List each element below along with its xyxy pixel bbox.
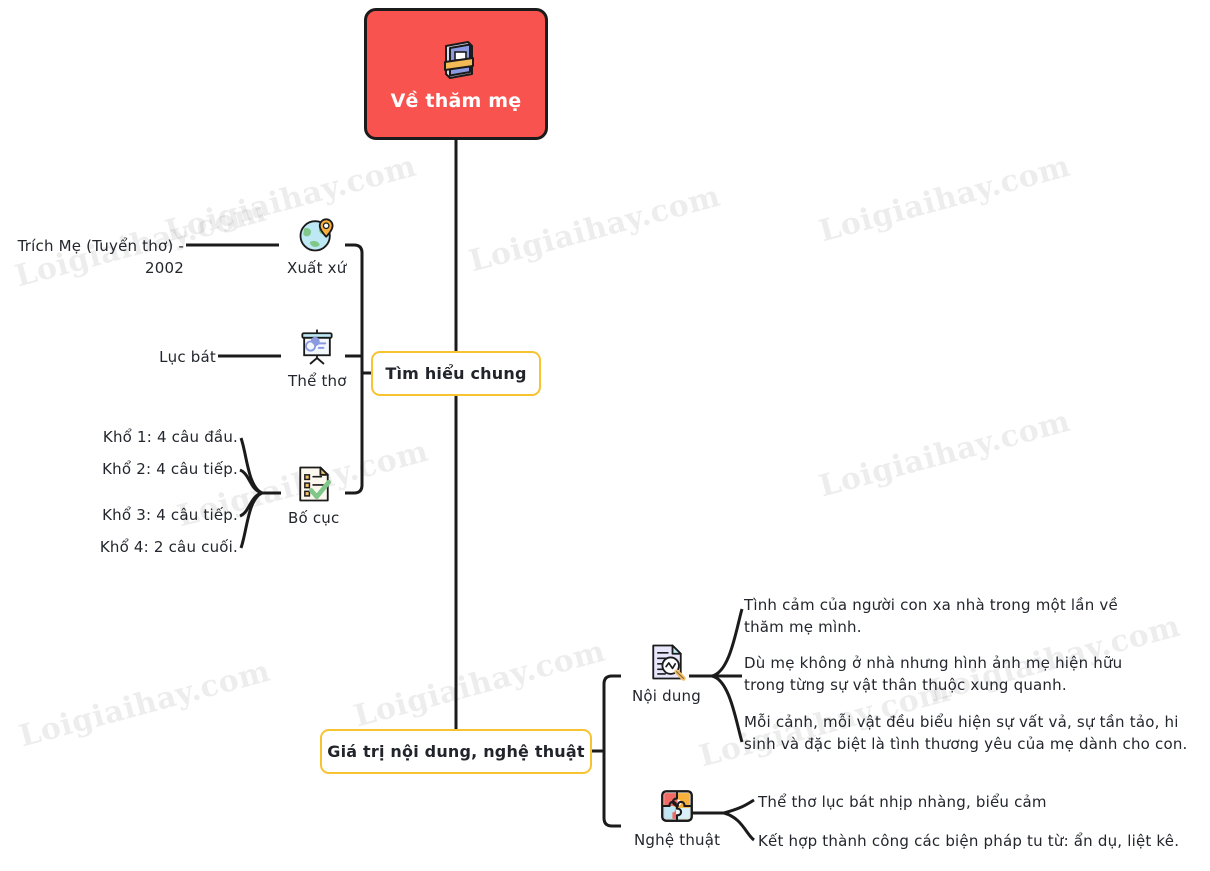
watermark: Loigiaihay.com <box>465 178 725 280</box>
checklist-document-icon <box>292 462 336 506</box>
document-search-icon <box>645 640 689 684</box>
mindmap-canvas: Loigiaihay.com Loigiaihay.com Loigiaihay… <box>0 0 1210 871</box>
presentation-chart-icon <box>295 325 339 369</box>
topic-caption: Nghệ thuật <box>634 831 721 849</box>
branch-label: Giá trị nội dung, nghệ thuật <box>327 742 585 761</box>
leaf-bo-cuc-4: Khổ 4: 2 câu cuối. <box>99 538 238 556</box>
branch-node-gia-tri-noi-dung-nghe-thuat[interactable]: Giá trị nội dung, nghệ thuật <box>320 729 592 774</box>
topic-the-tho[interactable]: Thể thơ <box>288 325 347 390</box>
leaf-bo-cuc-2: Khổ 2: 4 câu tiếp. <box>102 460 238 478</box>
watermark: Loigiaihay.com <box>815 148 1075 250</box>
leaf-nghe-thuat-2: Kết hợp thành công các biện pháp tu từ: … <box>758 832 1180 850</box>
watermark: Loigiaihay.com <box>350 633 610 735</box>
watermark: Loigiaihay.com <box>15 653 275 755</box>
branch-node-tim-hieu-chung[interactable]: Tìm hiểu chung <box>371 351 541 396</box>
topic-caption: Thể thơ <box>288 372 347 390</box>
leaf-nghe-thuat-1: Thể thơ lục bát nhịp nhàng, biểu cảm <box>758 793 1047 811</box>
globe-location-icon <box>295 212 339 256</box>
topic-xuat-xu[interactable]: Xuất xứ <box>287 212 346 277</box>
root-node[interactable]: Về thăm mẹ <box>364 8 548 140</box>
leaf-bo-cuc-1: Khổ 1: 4 câu đầu. <box>102 428 238 446</box>
topic-caption: Bố cục <box>288 509 340 527</box>
topic-caption: Nội dung <box>632 687 701 705</box>
leaf-noi-dung-1: Tình cảm của người con xa nhà trong một … <box>744 596 1118 636</box>
root-label: Về thăm mẹ <box>390 90 522 112</box>
topic-bo-cuc[interactable]: Bố cục <box>288 462 339 527</box>
leaf-bo-cuc-3: Khổ 3: 4 câu tiếp. <box>102 506 238 524</box>
leaf-noi-dung-3: Mỗi cảnh, mỗi vật đều biểu hiện sự vất v… <box>744 713 1188 753</box>
branch-label: Tìm hiểu chung <box>385 364 527 383</box>
leaf-the-tho-1: Lục bát <box>159 348 216 366</box>
leaf-xuat-xu-1: Trích Mẹ (Tuyển thơ) - 2002 <box>17 237 184 277</box>
topic-noi-dung[interactable]: Nội dung <box>632 640 701 705</box>
leaf-noi-dung-2: Dù mẹ không ở nhà nhưng hình ảnh mẹ hiện… <box>744 654 1123 694</box>
topic-nghe-thuat[interactable]: Nghệ thuật <box>634 784 720 849</box>
book-icon <box>434 36 478 80</box>
puzzle-icon <box>655 784 699 828</box>
watermark: Loigiaihay.com <box>815 403 1075 505</box>
topic-caption: Xuất xứ <box>287 259 347 277</box>
